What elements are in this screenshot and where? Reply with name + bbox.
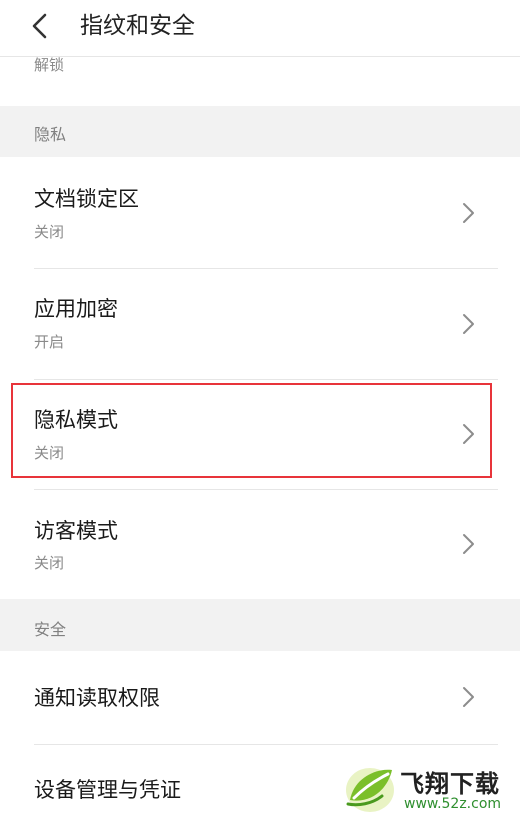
settings-item-notification-access[interactable]: 通知读取权限 — [0, 652, 520, 744]
section-header-security: 安全 — [0, 599, 520, 651]
back-arrow-icon[interactable] — [28, 12, 52, 40]
page-title: 指纹和安全 — [80, 13, 195, 39]
item-status: 开启 — [34, 333, 65, 351]
item-title: 应用加密 — [34, 297, 118, 321]
section-header-privacy: 隐私 — [0, 106, 520, 157]
settings-item-document-lock[interactable]: 文档锁定区 关闭 — [0, 160, 520, 268]
section-label: 安全 — [34, 620, 67, 639]
watermark-url: www.52z.com — [404, 796, 502, 812]
chevron-right-icon — [463, 314, 474, 334]
section-label: 隐私 — [34, 125, 67, 144]
item-status: 关闭 — [34, 223, 65, 241]
top-app-bar: 指纹和安全 — [0, 0, 520, 57]
chevron-right-icon — [463, 203, 474, 223]
item-title: 文档锁定区 — [34, 187, 139, 211]
green-leaf-logo-icon — [346, 768, 394, 812]
item-title: 访客模式 — [34, 519, 118, 543]
settings-item-guest-mode[interactable]: 访客模式 关闭 — [0, 490, 520, 599]
item-status: 关闭 — [34, 554, 65, 572]
highlight-box — [11, 383, 492, 478]
settings-item-app-encryption[interactable]: 应用加密 开启 — [0, 269, 520, 379]
previous-item-subtitle: 解锁 — [34, 56, 65, 74]
chevron-right-icon — [463, 534, 474, 554]
item-title: 通知读取权限 — [34, 686, 160, 710]
item-title: 设备管理与凭证 — [34, 778, 181, 802]
chevron-right-icon — [463, 687, 474, 707]
watermark: 飞翔下载 www.52z.com — [342, 758, 518, 818]
watermark-text: 飞翔下载 — [400, 770, 500, 798]
